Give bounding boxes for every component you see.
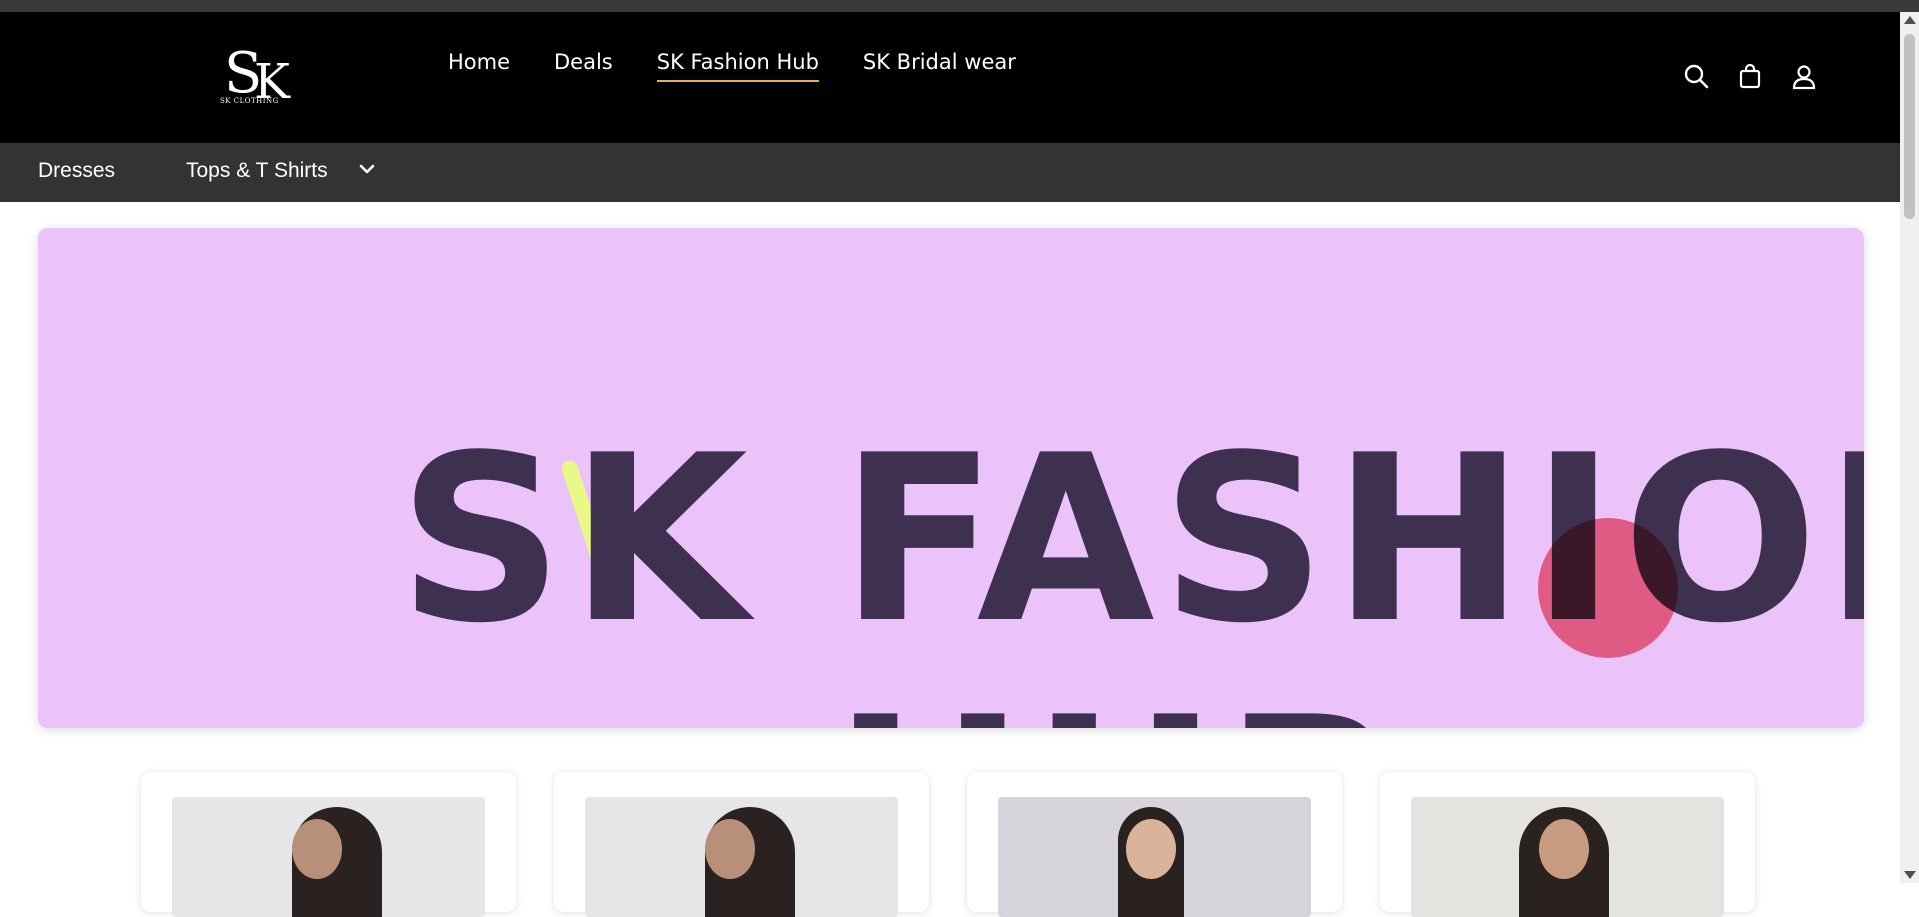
main-nav: Home Deals SK Fashion Hub SK Bridal wear (448, 50, 1060, 82)
shopping-bag-icon[interactable] (1736, 62, 1764, 90)
product-image (585, 797, 898, 917)
category-bar: Dresses Tops & T Shirts (0, 143, 1900, 202)
header-actions (1682, 62, 1818, 90)
nav-home[interactable]: Home (448, 50, 510, 82)
site-header: S K SK CLOTHING Home Deals SK Fashion Hu… (0, 12, 1900, 143)
nav-deals[interactable]: Deals (554, 50, 613, 82)
product-card[interactable] (554, 772, 929, 917)
category-dresses[interactable]: Dresses (38, 159, 115, 183)
nav-sk-bridal-wear[interactable]: SK Bridal wear (863, 50, 1016, 82)
logo-subtext: SK CLOTHING (220, 97, 279, 105)
banner-decoration-circle (1538, 518, 1678, 658)
browser-top-strip (0, 0, 1919, 12)
hero-banner[interactable]: SK FASHION HUB (38, 228, 1864, 728)
nav-sk-fashion-hub[interactable]: SK Fashion Hub (656, 50, 820, 82)
search-icon[interactable] (1682, 62, 1710, 90)
scroll-up-arrow-icon[interactable] (1904, 16, 1916, 24)
brand-logo[interactable]: S K SK CLOTHING (218, 34, 304, 114)
product-image (998, 797, 1311, 917)
product-card[interactable] (141, 772, 516, 917)
product-image (1411, 797, 1724, 917)
product-card[interactable] (967, 772, 1342, 917)
banner-subtitle: HUB (833, 688, 1406, 729)
product-image (172, 797, 485, 917)
product-grid (141, 772, 1761, 917)
chevron-down-icon[interactable] (356, 158, 378, 180)
category-tops-t-shirts[interactable]: Tops & T Shirts (186, 159, 328, 183)
scrollbar-thumb[interactable] (1904, 34, 1915, 219)
page-scrollbar[interactable] (1900, 12, 1919, 883)
scroll-down-arrow-icon[interactable] (1904, 871, 1916, 879)
account-icon[interactable] (1790, 62, 1818, 90)
product-card[interactable] (1380, 772, 1755, 917)
